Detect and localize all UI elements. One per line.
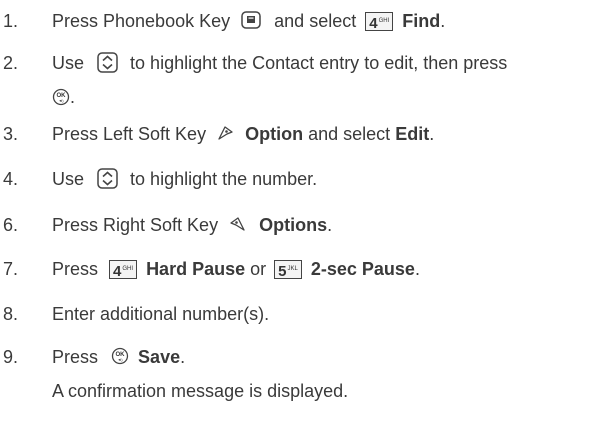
step-post-text: to highlight the number.	[130, 169, 318, 189]
step-pre-text: Press Left Soft Key	[52, 124, 207, 144]
step-pre-text: Press Right Soft Key	[52, 215, 219, 235]
key-4-ghi-icon: 4GHI	[109, 259, 138, 280]
step-mid-text: and select	[274, 11, 357, 31]
step-bold-text: Hard Pause	[146, 259, 246, 279]
step-mid-text: and select	[308, 124, 391, 144]
step-pre-text: Use	[52, 169, 85, 189]
ok-key-icon: OK ◄)	[111, 347, 129, 365]
key-5-jkl-icon: 5JKL	[274, 259, 302, 280]
ok-key-icon: OK ◄)	[52, 88, 70, 106]
step-number: 9.	[3, 347, 19, 367]
step-text: Use to highlight the Contact entry to ed…	[52, 50, 612, 76]
step-number: 7.	[3, 259, 19, 279]
step-bold-text: Option	[245, 124, 304, 144]
navigation-key-icon	[97, 52, 118, 73]
navigation-key-icon	[97, 168, 118, 189]
left-soft-key-icon	[216, 124, 234, 142]
step-text: Press OK ◄) Save.	[52, 347, 186, 367]
phonebook-key-icon	[241, 11, 261, 29]
step-continuation: OK ◄) .	[52, 84, 75, 110]
svg-text:◄): ◄)	[58, 98, 64, 103]
step-number: 2.	[3, 53, 19, 73]
step-text: Press 4GHI Hard Pause or 5JKL 2-sec Paus…	[52, 259, 420, 280]
step-mid-text: or	[250, 259, 267, 279]
step-pre-text: Use	[52, 53, 85, 73]
step-number: 4.	[3, 169, 19, 189]
step-text: Press Phonebook Key and select 4GHI Find…	[52, 11, 446, 32]
step-post-text: to highlight the Contact entry to edit, …	[130, 53, 508, 73]
step-pre-text: Press	[52, 347, 99, 367]
step-pre-text: Press Phonebook Key	[52, 11, 231, 31]
step-number: 8.	[3, 304, 19, 324]
step-text: Enter additional number(s).	[52, 304, 270, 324]
step-pre-text: Press	[52, 259, 99, 279]
step-bold-text: Options	[259, 215, 328, 235]
step-text: Press Right Soft Key Options.	[52, 215, 333, 235]
svg-text:◄): ◄)	[117, 357, 123, 362]
step-note: A confirmation message is displayed.	[52, 381, 349, 401]
step-number: 1.	[3, 11, 19, 31]
step-number: 6.	[3, 215, 19, 235]
step-bold-text: Save	[138, 347, 181, 367]
step-bold-text-2: Edit	[395, 124, 430, 144]
step-text: Use to highlight the number.	[52, 166, 612, 192]
step-text: Press Left Soft Key Option and select Ed…	[52, 124, 435, 144]
right-soft-key-icon	[229, 215, 247, 233]
step-number: 3.	[3, 124, 19, 144]
instruction-steps: 1. Press Phonebook Key and select 4GHI F…	[0, 0, 612, 443]
step-bold-text: Find	[402, 11, 441, 31]
key-4-ghi-icon: 4GHI	[365, 11, 394, 32]
step-bold-text-2: 2-sec Pause	[310, 259, 415, 279]
